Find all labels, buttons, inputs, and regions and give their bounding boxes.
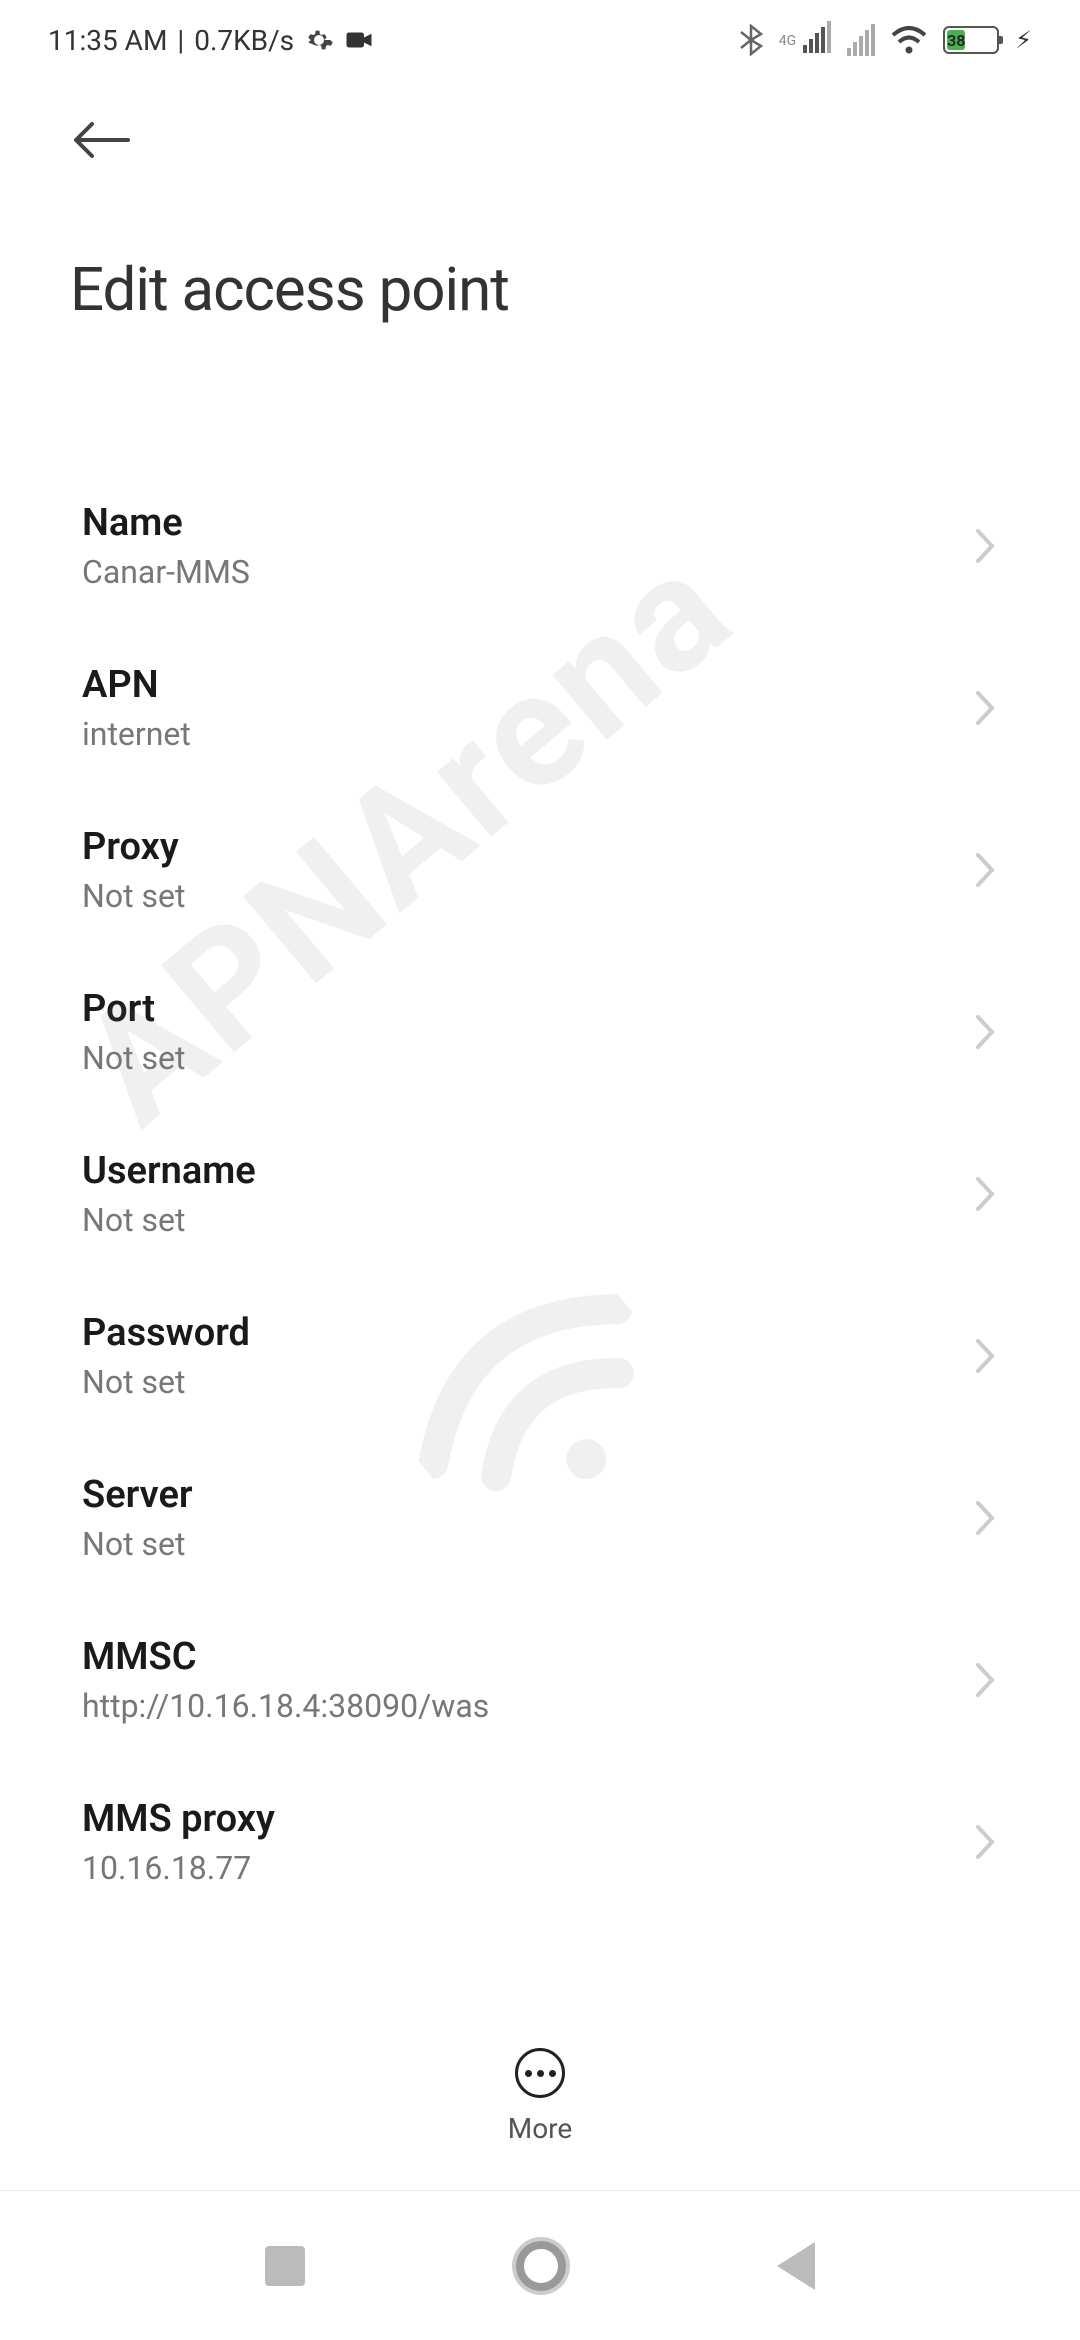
chevron-right-icon — [974, 851, 998, 889]
chevron-right-icon — [974, 1337, 998, 1375]
nav-recent-button[interactable] — [265, 2246, 305, 2286]
back-button[interactable] — [70, 120, 132, 164]
setting-value: Not set — [82, 1525, 193, 1563]
setting-label: Username — [82, 1149, 256, 1193]
signal-icon-2 — [847, 24, 875, 56]
setting-item-username[interactable]: Username Not set — [82, 1113, 998, 1275]
chevron-right-icon — [974, 1823, 998, 1861]
nav-home-button[interactable] — [516, 2241, 566, 2291]
setting-item-mmsc[interactable]: MMSC http://10.16.18.4:38090/was — [82, 1599, 998, 1761]
chevron-right-icon — [974, 1013, 998, 1051]
settings-list: Name Canar-MMS APN internet Proxy Not se… — [0, 465, 1080, 2065]
setting-item-port[interactable]: Port Not set — [82, 951, 998, 1113]
setting-label: Name — [82, 501, 250, 545]
chevron-right-icon — [974, 1661, 998, 1699]
battery-icon: 38 — [943, 26, 999, 54]
android-nav-bar — [0, 2190, 1080, 2340]
setting-value: Not set — [82, 1201, 256, 1239]
network-4g-badge: 4G — [779, 33, 796, 49]
bluetooth-icon — [739, 24, 763, 56]
chevron-right-icon — [974, 689, 998, 727]
bottom-action-bar: More — [0, 2048, 1080, 2145]
setting-label: APN — [82, 663, 191, 707]
setting-value: Not set — [82, 1363, 250, 1401]
setting-item-proxy[interactable]: Proxy Not set — [82, 789, 998, 951]
setting-value: Not set — [82, 877, 185, 915]
signal-icon-1 — [803, 21, 831, 53]
chevron-right-icon — [974, 527, 998, 565]
setting-value: Not set — [82, 1039, 185, 1077]
wifi-icon — [891, 25, 927, 55]
setting-item-mms-proxy[interactable]: MMS proxy 10.16.18.77 — [82, 1761, 998, 1923]
setting-value: 10.16.18.77 — [82, 1849, 275, 1887]
nav-back-button[interactable] — [777, 2242, 815, 2290]
battery-percent: 38 — [947, 30, 965, 50]
setting-label: MMSC — [82, 1635, 489, 1679]
more-button[interactable] — [515, 2048, 565, 2098]
setting-label: Port — [82, 987, 185, 1031]
camera-icon — [344, 25, 374, 55]
setting-label: Proxy — [82, 825, 185, 869]
setting-label: MMS proxy — [82, 1797, 275, 1841]
setting-label: Server — [82, 1473, 193, 1517]
more-dots-icon — [525, 2070, 556, 2077]
more-label: More — [508, 2112, 573, 2145]
setting-item-name[interactable]: Name Canar-MMS — [82, 465, 998, 627]
arrow-left-icon — [70, 120, 132, 160]
setting-value: Canar-MMS — [82, 553, 250, 591]
setting-label: Password — [82, 1311, 250, 1355]
charging-icon: ⚡︎ — [1015, 26, 1032, 54]
gear-icon — [304, 25, 334, 55]
status-time: 11:35 AM — [48, 24, 167, 57]
setting-value: internet — [82, 715, 191, 753]
status-data-speed: 0.7KB/s — [194, 24, 294, 57]
setting-value: http://10.16.18.4:38090/was — [82, 1687, 489, 1725]
status-bar: 11:35 AM | 0.7KB/s 4G — [0, 0, 1080, 80]
setting-item-password[interactable]: Password Not set — [82, 1275, 998, 1437]
chevron-right-icon — [974, 1175, 998, 1213]
chevron-right-icon — [974, 1499, 998, 1537]
setting-item-server[interactable]: Server Not set — [82, 1437, 998, 1599]
setting-item-apn[interactable]: APN internet — [82, 627, 998, 789]
page-title: Edit access point — [70, 254, 1010, 325]
